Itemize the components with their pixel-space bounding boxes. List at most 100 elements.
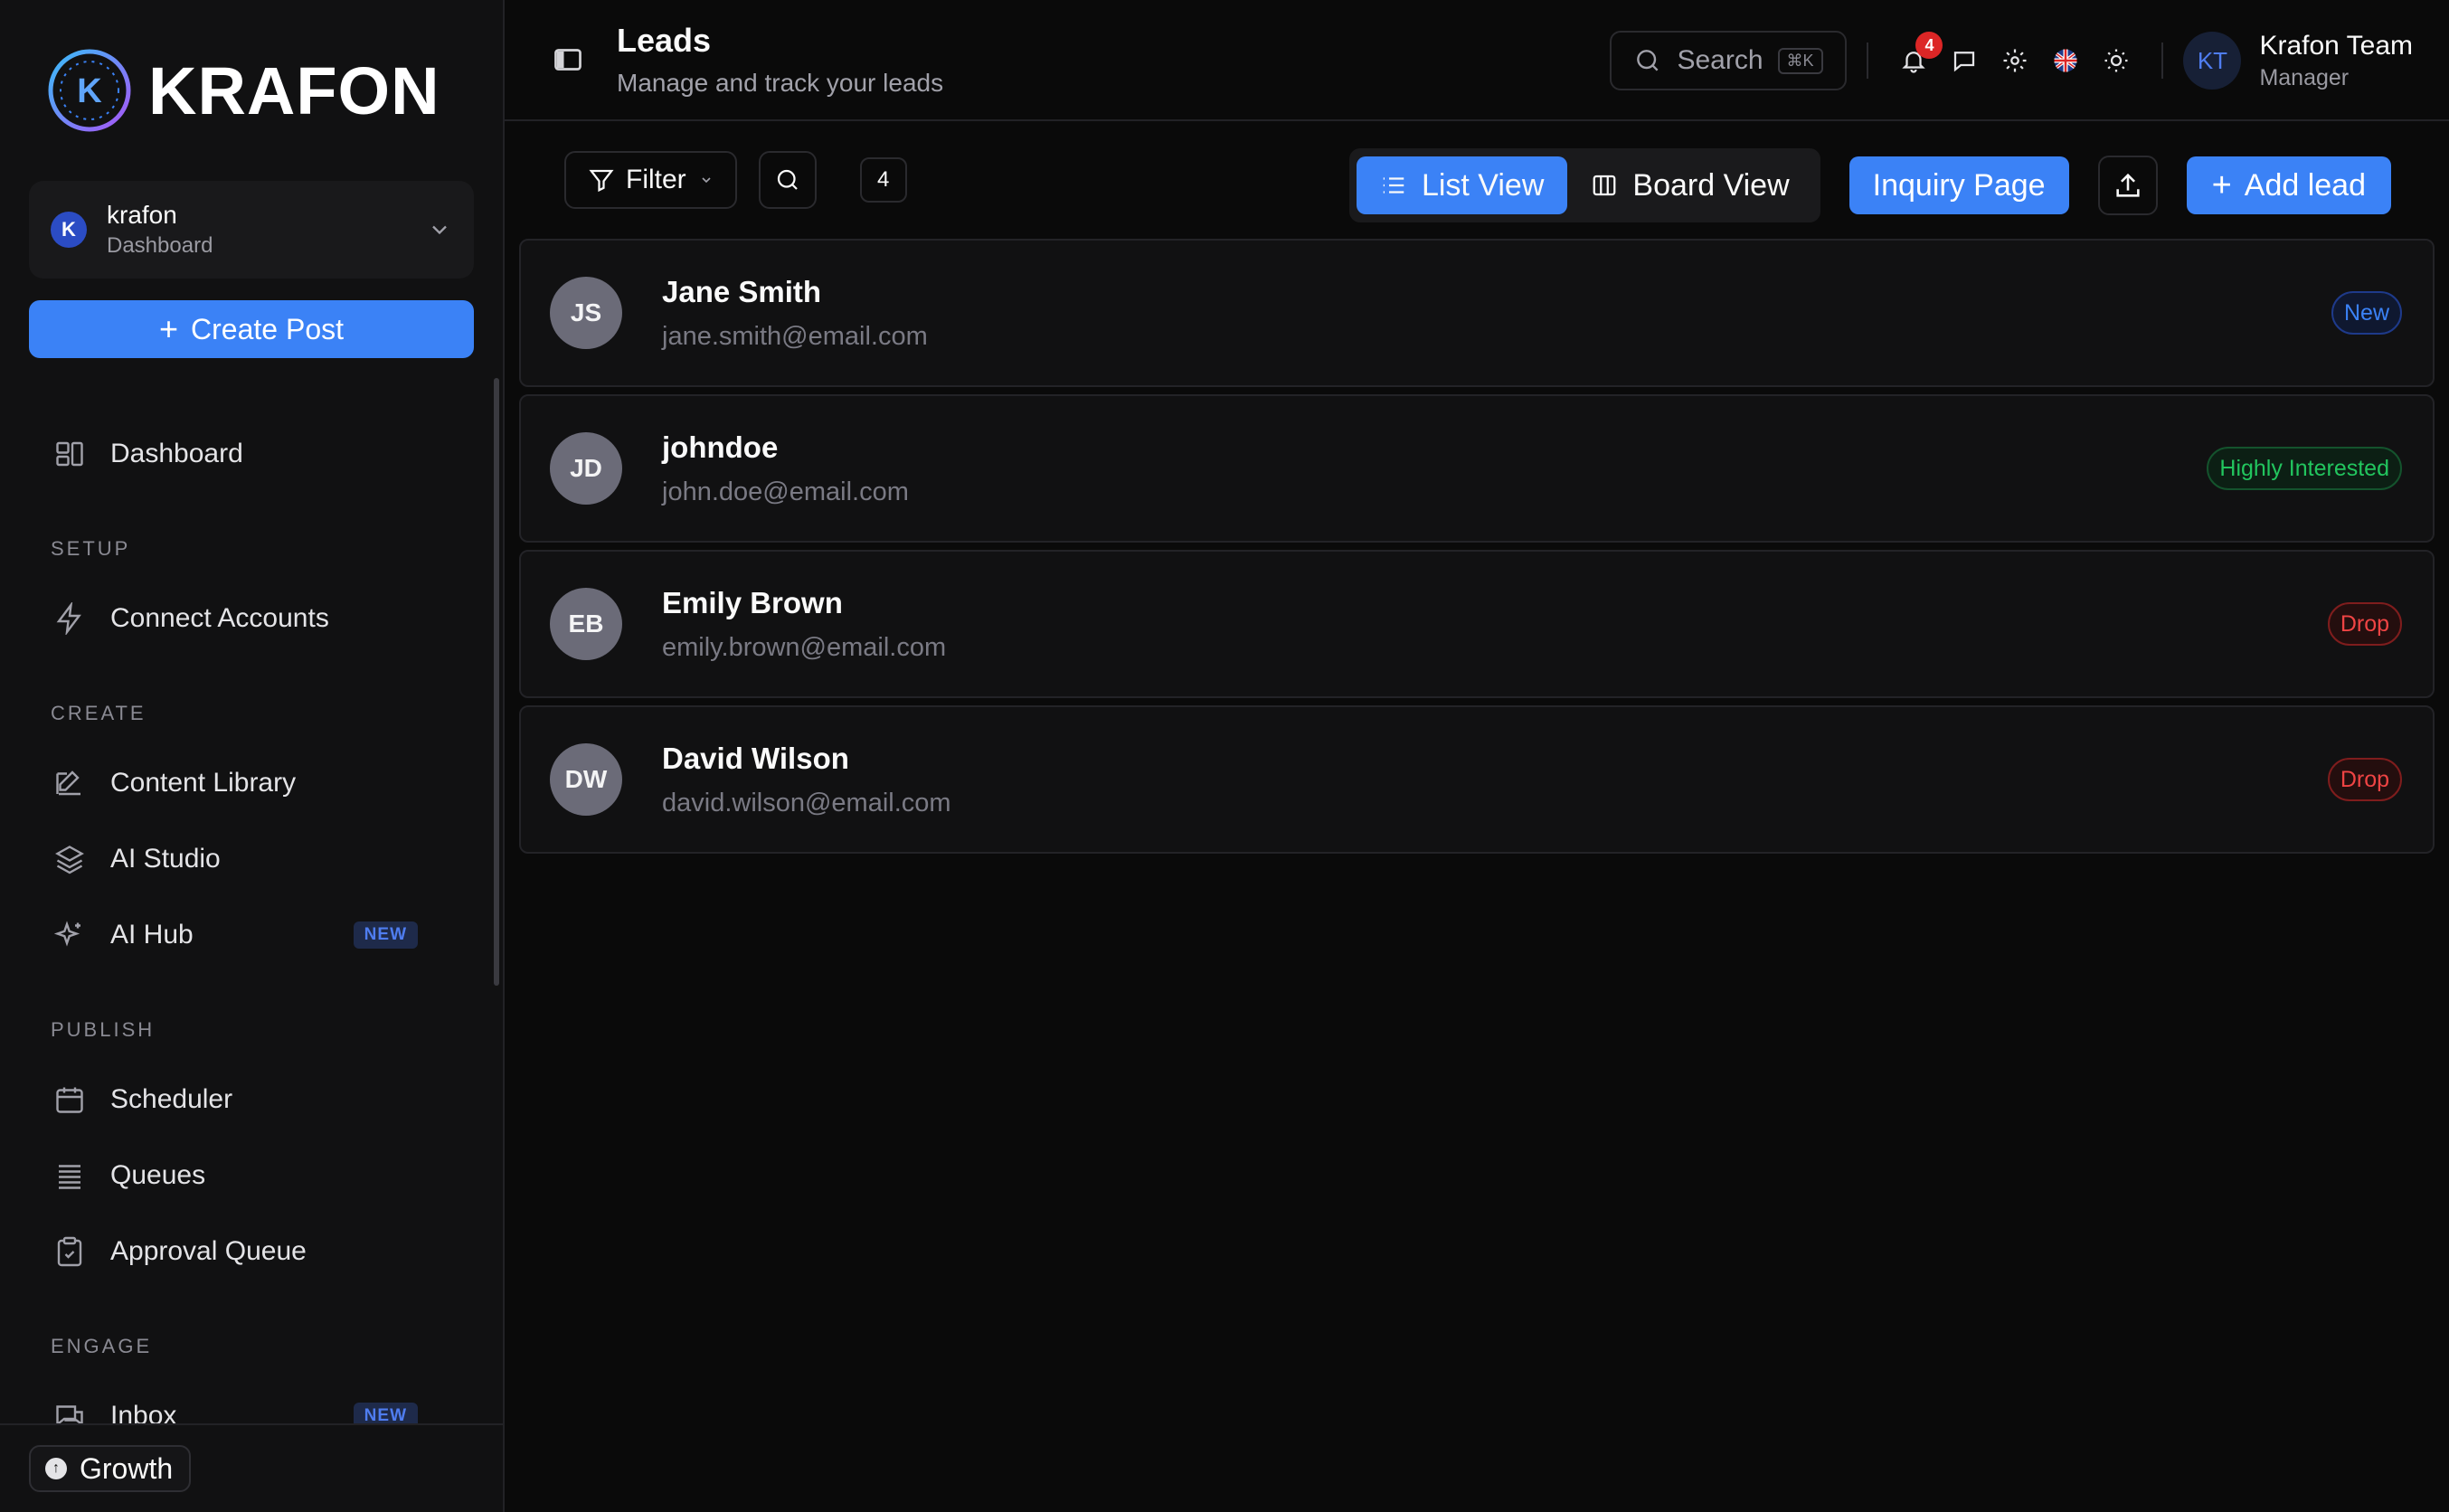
dashboard-icon	[52, 437, 87, 471]
sidebar-item-connect-accounts[interactable]: Connect Accounts	[0, 581, 474, 657]
sidebar: K KRAFON K krafon Dashboard + Create Pos…	[0, 0, 505, 1512]
section-create: CREATE	[51, 702, 147, 724]
layers-icon	[52, 842, 87, 876]
sidebar-item-dashboard[interactable]: Dashboard	[0, 416, 474, 492]
workspace-subtitle: Dashboard	[107, 233, 213, 258]
upload-icon	[2115, 173, 2140, 197]
lead-email: john.doe@email.com	[662, 477, 909, 506]
add-lead-label: Add lead	[2244, 167, 2366, 203]
brand-logo[interactable]: K KRAFON	[0, 0, 503, 181]
sidebar-item-content-library[interactable]: Content Library	[0, 745, 474, 821]
lightning-icon	[52, 601, 87, 636]
chevron-down-icon	[432, 225, 447, 235]
lead-email: emily.brown@email.com	[662, 632, 947, 662]
gear-icon	[2003, 49, 2027, 72]
user-role: Manager	[2259, 64, 2350, 90]
lead-name: Jane Smith	[662, 274, 822, 308]
sidebar-item-scheduler[interactable]: Scheduler	[0, 1062, 474, 1138]
list-view-label: List View	[1421, 167, 1545, 203]
sidebar-scrollbar[interactable]	[494, 378, 499, 986]
workspace-avatar: K	[51, 212, 87, 248]
sidebar-item-label: Queues	[110, 1160, 206, 1190]
page-title: Leads	[617, 22, 712, 59]
chevron-down-icon	[702, 177, 711, 184]
export-button[interactable]	[2097, 156, 2158, 215]
user-name: Krafon Team	[2259, 30, 2413, 61]
filter-icon	[589, 169, 614, 193]
brand-name: KRAFON	[148, 52, 440, 128]
lead-name: Emily Brown	[662, 585, 843, 619]
sidebar-item-queues[interactable]: Queues	[0, 1138, 474, 1214]
list-lines-icon	[52, 1158, 87, 1193]
lead-row[interactable]: EB Emily Brown emily.brown@email.com Dro…	[519, 550, 2435, 698]
sidebar-toggle-icon[interactable]	[552, 43, 584, 76]
section-setup: SETUP	[51, 537, 131, 560]
shortcut-hint: ⌘K	[1777, 47, 1823, 74]
lead-email: jane.smith@email.com	[662, 321, 928, 351]
search-icon	[777, 169, 798, 190]
lead-name: David Wilson	[662, 741, 849, 775]
lead-avatar: JS	[550, 277, 622, 349]
lead-row[interactable]: JS Jane Smith jane.smith@email.com New	[519, 239, 2435, 387]
sidebar-item-label: Connect Accounts	[110, 603, 329, 633]
lead-avatar: DW	[550, 743, 622, 816]
lead-email: david.wilson@email.com	[662, 788, 951, 817]
status-badge: Highly Interested	[2207, 447, 2402, 490]
lead-avatar: EB	[550, 588, 622, 660]
search-placeholder: Search	[1677, 45, 1763, 75]
search-icon	[1637, 50, 1659, 71]
sun-icon	[2104, 49, 2128, 72]
language-button[interactable]	[2049, 44, 2082, 77]
sidebar-item-approval-queue[interactable]: Approval Queue	[0, 1214, 474, 1290]
sidebar-item-label: Content Library	[110, 768, 297, 798]
add-lead-button[interactable]: + Add lead	[2186, 156, 2391, 214]
inquiry-page-button[interactable]: Inquiry Page	[1849, 156, 2069, 214]
lead-row[interactable]: DW David Wilson david.wilson@email.com D…	[519, 705, 2435, 854]
global-search[interactable]: Search ⌘K	[1610, 31, 1848, 90]
board-view-label: Board View	[1632, 167, 1790, 203]
notification-count: 4	[1915, 32, 1943, 59]
plus-icon: +	[159, 310, 179, 347]
krafon-logo-icon: K	[48, 49, 131, 132]
arrow-up-circle-icon: ↑	[45, 1458, 67, 1479]
main-content: Leads Manage and track your leads Search…	[505, 0, 2449, 1512]
create-post-label: Create Post	[191, 312, 344, 345]
sidebar-nav: Dashboard SETUP Connect Accounts CREATE …	[0, 416, 503, 1512]
lead-avatar: JD	[550, 432, 622, 505]
sidebar-item-label: AI Studio	[110, 844, 221, 874]
theme-toggle-button[interactable]	[2100, 44, 2132, 77]
workspace-switcher[interactable]: K krafon Dashboard	[29, 181, 474, 279]
user-menu[interactable]: KT Krafon Team Manager	[2183, 31, 2413, 91]
chat-icon	[1954, 52, 1975, 72]
list-icon	[1383, 177, 1404, 194]
sparkles-icon	[52, 918, 87, 952]
sidebar-item-ai-hub[interactable]: AI Hub NEW	[0, 897, 474, 973]
list-view-button[interactable]: List View	[1356, 156, 1568, 214]
view-toggle: List View Board View	[1348, 148, 1820, 222]
lead-count: 4	[859, 157, 907, 203]
lead-row[interactable]: JD johndoe john.doe@email.com Highly Int…	[519, 394, 2435, 543]
plan-badge[interactable]: ↑ Growth	[29, 1445, 192, 1492]
sidebar-item-label: Dashboard	[110, 439, 243, 468]
page-subtitle: Manage and track your leads	[617, 69, 944, 97]
leads-list: JS Jane Smith jane.smith@email.com New J…	[505, 239, 2449, 861]
section-publish: PUBLISH	[51, 1018, 156, 1041]
leads-toolbar: Filter 4 List View Board View Inquiry Pa…	[505, 121, 2449, 239]
plus-icon: +	[2211, 165, 2232, 204]
new-badge: NEW	[353, 921, 418, 949]
filter-button[interactable]: Filter	[564, 151, 737, 209]
status-badge: Drop	[2327, 758, 2402, 801]
settings-button[interactable]	[1999, 44, 2031, 77]
board-view-button[interactable]: Board View	[1567, 156, 1812, 214]
sidebar-item-label: Approval Queue	[110, 1236, 307, 1266]
notifications-button[interactable]: 4	[1897, 32, 1943, 77]
plan-label: Growth	[80, 1451, 174, 1485]
create-post-button[interactable]: + Create Post	[29, 300, 474, 358]
sidebar-item-ai-studio[interactable]: AI Studio	[0, 821, 474, 897]
columns-icon	[1593, 175, 1616, 196]
calendar-icon	[52, 1082, 87, 1117]
lead-name: johndoe	[662, 430, 779, 464]
search-leads-button[interactable]	[758, 151, 817, 209]
status-badge: New	[2331, 291, 2402, 335]
messages-button[interactable]	[1948, 44, 1981, 77]
